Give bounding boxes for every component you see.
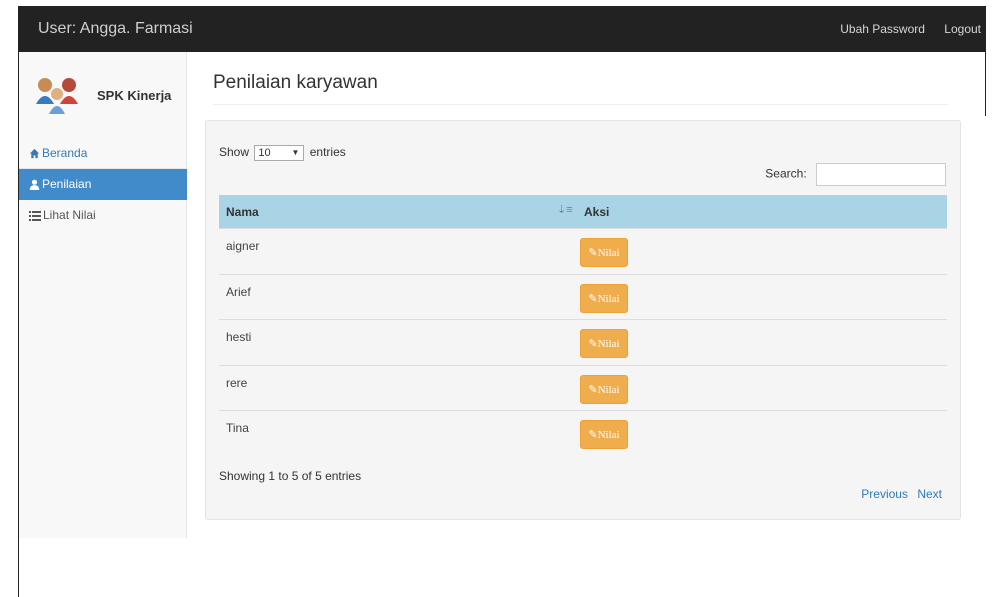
- table-row: Arief ✎Nilai: [219, 273, 947, 320]
- nilai-button[interactable]: ✎Nilai: [580, 374, 628, 404]
- nilai-button-label: Nilai: [597, 338, 620, 350]
- edit-icon: ✎: [588, 246, 598, 259]
- nilai-button[interactable]: ✎Nilai: [580, 238, 628, 267]
- nilai-button-label: Nilai: [597, 292, 620, 305]
- nilai-button[interactable]: ✎Nilai: [580, 420, 628, 449]
- pagination: Previous Next: [855, 487, 942, 501]
- sidebar-item-label: Beranda: [42, 146, 88, 160]
- nilai-button-label: Nilai: [597, 429, 620, 441]
- table-info: Showing 1 to 5 of 5 entries: [219, 469, 362, 483]
- table-row: aigner ✎Nilai: [219, 228, 947, 274]
- navbar-links: Ubah Password Logout: [840, 22, 985, 36]
- edit-icon: ✎: [588, 428, 598, 441]
- entries-label: entries: [309, 145, 346, 160]
- edit-icon: ✎: [588, 291, 598, 305]
- table-row: Tina ✎Nilai: [219, 410, 947, 456]
- next-button[interactable]: Next: [917, 487, 942, 501]
- logo-text: SPK Kinerja: [97, 88, 172, 103]
- table-row: hesti ✎Nilai: [219, 319, 947, 365]
- nilai-button[interactable]: ✎Nilai: [580, 283, 628, 313]
- sidebar-item-label: Lihat Nilai: [43, 208, 96, 222]
- sort-both-icon[interactable]: ⇅: [933, 203, 942, 216]
- search-control: Search:: [765, 163, 946, 186]
- search-label: Search:: [765, 166, 807, 181]
- user-icon: [29, 179, 40, 190]
- sidebar-item-penilaian[interactable]: Penilaian: [19, 169, 187, 200]
- nilai-button-label: Nilai: [597, 247, 620, 259]
- show-label: Show: [219, 145, 250, 160]
- user-brand[interactable]: User: Angga. Farmasi: [38, 20, 193, 38]
- list-icon: [29, 211, 41, 221]
- sidebar-menu: Beranda Penilaian Lihat Nilai: [19, 138, 187, 231]
- table-header: Nama ⇣≡ Aksi ⇅: [219, 195, 947, 228]
- logout-link[interactable]: Logout: [944, 22, 981, 36]
- team-icon: [36, 78, 78, 114]
- nilai-button[interactable]: ✎Nilai: [580, 329, 628, 358]
- sidebar-item-lihat-nilai[interactable]: Lihat Nilai: [19, 200, 187, 231]
- column-header-aksi[interactable]: Aksi: [584, 205, 609, 219]
- home-icon: [29, 148, 40, 159]
- cell-nama: Tina: [226, 421, 249, 435]
- frame-right-border: [985, 6, 986, 116]
- data-panel: Show 10 ▼ entries Search: Nama ⇣≡ Aksi ⇅…: [205, 120, 961, 520]
- sidebar-item-label: Penilaian: [42, 177, 92, 191]
- employee-table: Nama ⇣≡ Aksi ⇅ aigner ✎Nilai Arief ✎Nila…: [219, 195, 947, 456]
- sidebar-item-beranda[interactable]: Beranda: [19, 138, 187, 169]
- top-navbar: User: Angga. Farmasi Ubah Password Logou…: [18, 6, 985, 52]
- edit-icon: ✎: [588, 337, 598, 350]
- entries-select-value: 10: [258, 147, 271, 159]
- change-password-link[interactable]: Ubah Password: [840, 22, 925, 36]
- column-header-nama[interactable]: Nama: [226, 205, 259, 219]
- entries-select[interactable]: 10 ▼: [254, 145, 305, 161]
- search-input[interactable]: [816, 163, 946, 186]
- page-title: Penilaian karyawan: [213, 72, 948, 105]
- cell-nama: rere: [226, 375, 248, 390]
- cell-nama: hesti: [226, 330, 252, 344]
- table-row: rere ✎Nilai: [219, 364, 947, 411]
- sidebar: SPK Kinerja Beranda Penilaian Lihat Nila…: [19, 52, 187, 538]
- cell-nama: aigner: [226, 239, 260, 253]
- previous-button[interactable]: Previous: [861, 487, 908, 501]
- sort-asc-icon[interactable]: ⇣≡: [557, 203, 573, 216]
- caret-down-icon: ▼: [291, 148, 300, 157]
- nilai-button-label: Nilai: [597, 383, 620, 396]
- cell-nama: Arief: [226, 284, 251, 299]
- edit-icon: ✎: [588, 382, 598, 396]
- app-logo: SPK Kinerja: [33, 74, 183, 114]
- length-control: Show 10 ▼ entries: [219, 145, 346, 161]
